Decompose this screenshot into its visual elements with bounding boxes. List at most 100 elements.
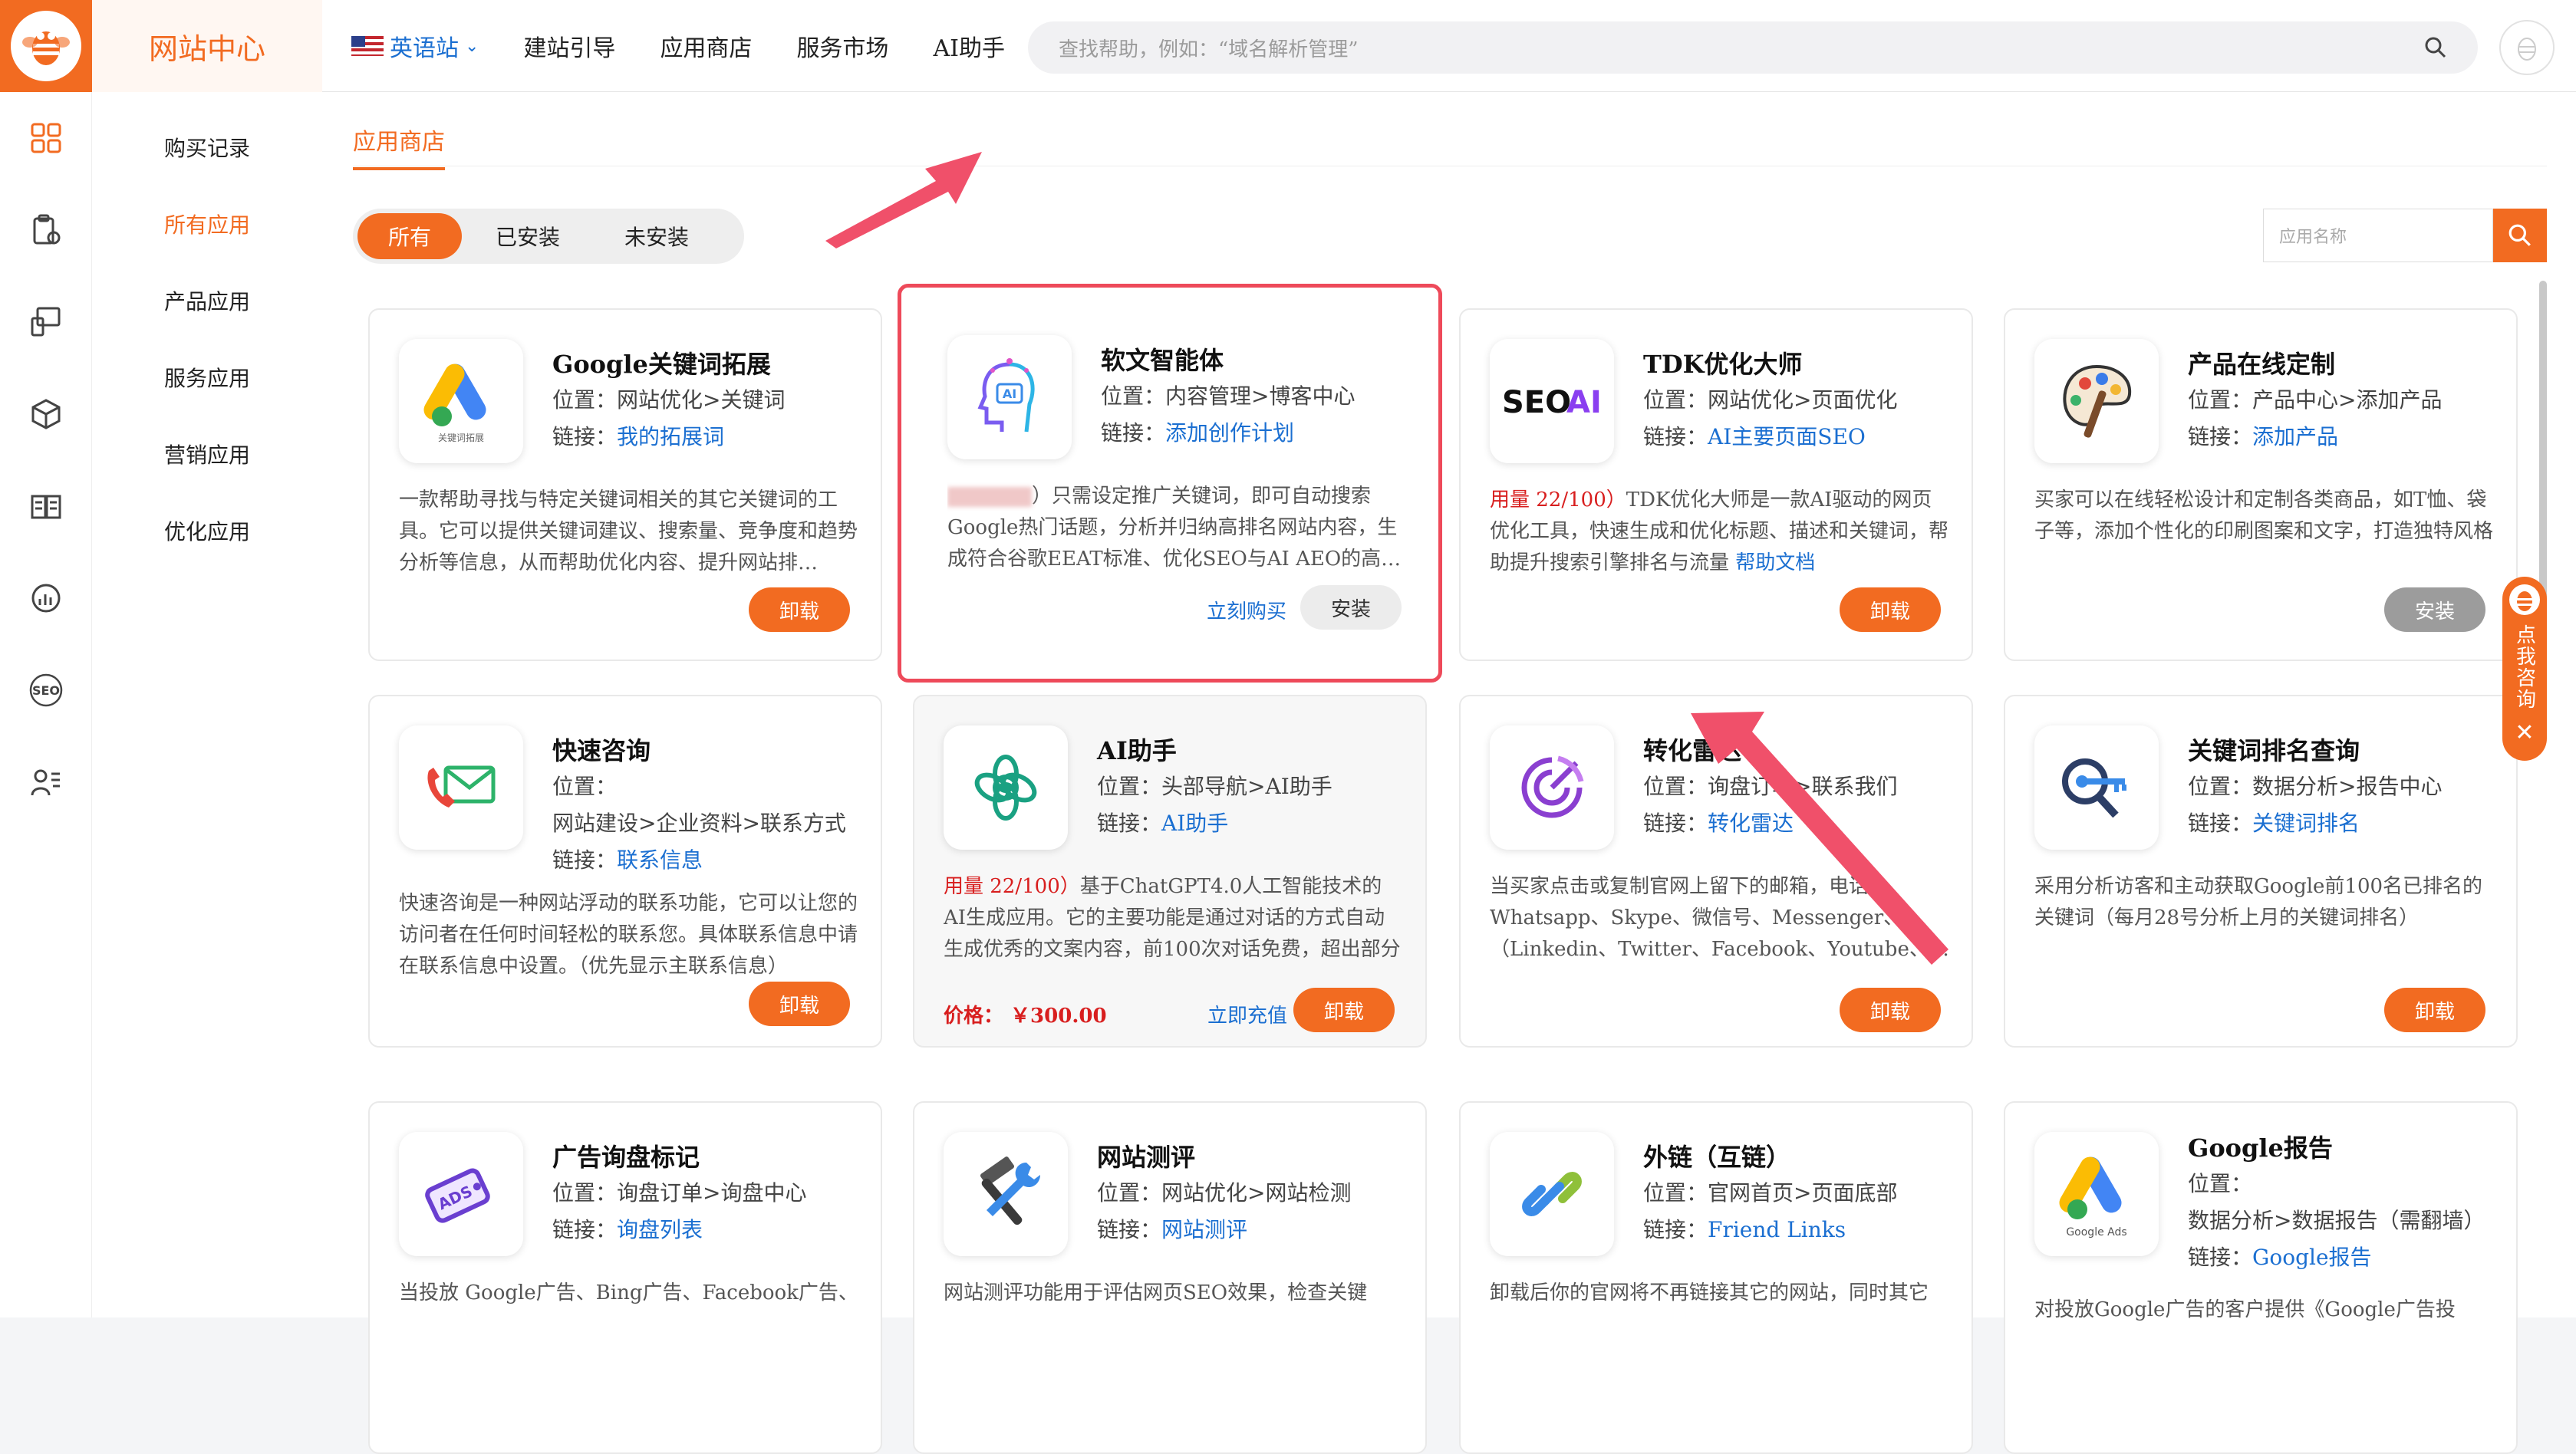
submenu-item-service-apps[interactable]: 服务应用 <box>92 362 322 393</box>
ads-tag-icon: ADS <box>399 1132 523 1256</box>
position-label: 位置： <box>1097 1180 1162 1206</box>
submenu-item-product-apps[interactable]: 产品应用 <box>92 285 322 316</box>
install-button[interactable]: 安装 <box>2384 587 2486 632</box>
uninstall-button[interactable]: 卸载 <box>2384 988 2486 1032</box>
breadcrumb[interactable]: 应用商店 <box>353 123 445 170</box>
app-card-ad-inquiry-tag[interactable]: ADS 广告询盘标记 位置：询盘订单>询盘中心 链接：询盘列表 当投放 Goog… <box>368 1101 882 1454</box>
app-position: 官网首页>页面底部 <box>1708 1180 1898 1206</box>
app-card-keyword-ranking[interactable]: 关键词排名查询 位置：数据分析>报告中心 链接：关键词排名 采用分析访客和主动获… <box>2004 695 2518 1048</box>
app-title: Google报告 <box>2188 1133 2333 1163</box>
buy-now-link[interactable]: 立刻购买 <box>1207 596 1286 624</box>
app-card-google-report[interactable]: Google Ads Google报告 位置： 数据分析>数据报告（需翻墙） 链… <box>2004 1101 2518 1454</box>
monitor-icon[interactable] <box>28 304 64 340</box>
bee-logo-icon <box>2509 584 2540 615</box>
link-label: 链接： <box>552 1217 618 1242</box>
app-search-button[interactable] <box>2493 209 2547 262</box>
consult-widget[interactable]: 点我咨询 ✕ <box>2502 577 2547 761</box>
app-link[interactable]: 联系信息 <box>617 847 703 873</box>
app-search-placeholder: 应用名称 <box>2279 228 2347 247</box>
app-name-search-input[interactable]: 应用名称 <box>2263 209 2493 262</box>
icon-caption: 关键词拓展 <box>438 433 484 443</box>
app-title: TDK优化大师 <box>1643 350 1803 379</box>
submenu-item-marketing-apps[interactable]: 营销应用 <box>92 439 322 469</box>
uninstall-button[interactable]: 卸载 <box>749 982 851 1026</box>
app-description: 当投放 Google广告、Bing广告、Facebook广告、 <box>399 1281 858 1304</box>
uninstall-button[interactable]: 卸载 <box>1293 988 1395 1032</box>
nav-item-service-market[interactable]: 服务市场 <box>796 29 888 63</box>
app-link[interactable]: AI主要页面SEO <box>1708 424 1866 449</box>
avatar[interactable] <box>2499 20 2555 75</box>
nav-item-app-store[interactable]: 应用商店 <box>660 29 752 63</box>
nav-item-site-guide[interactable]: 建站引导 <box>523 29 615 63</box>
help-search-input[interactable]: 查找帮助，例如：“域名解析管理” <box>1028 21 2478 74</box>
app-description: 买家可以在线轻松设计和定制各类商品，如T恤、袋子等，添加个性化的印刷图案和文字，… <box>2034 489 2494 543</box>
submenu-item-all-apps[interactable]: 所有应用 <box>92 209 322 239</box>
search-icon[interactable] <box>2424 36 2447 59</box>
link-label: 链接： <box>552 424 618 449</box>
submenu-item-purchase-records[interactable]: 购买记录 <box>92 132 322 163</box>
scrollbar[interactable] <box>2539 281 2547 603</box>
help-doc-link[interactable]: 帮助文档 <box>1735 551 1815 574</box>
app-card-product-customize[interactable]: 产品在线定制 位置：产品中心>添加产品 链接：添加产品 买家可以在线轻松设计和定… <box>2004 308 2518 661</box>
filter-all[interactable]: 所有 <box>357 213 463 259</box>
uninstall-button[interactable]: 卸载 <box>1840 587 1942 632</box>
app-description: 卸载后你的官网将不再链接其它的网站，同时其它 <box>1490 1281 1929 1304</box>
uninstall-button[interactable]: 卸载 <box>1840 988 1942 1032</box>
annotation-arrow-icon <box>1691 712 1948 965</box>
key-search-icon <box>2034 725 2159 850</box>
link-label: 链接： <box>552 847 618 873</box>
filter-installed[interactable]: 已安装 <box>465 213 591 259</box>
app-card-soft-article-agent[interactable]: AI 软文智能体 位置：内容管理>博客中心 链接：添加创作计划 ）只需设定推广关… <box>898 284 1442 683</box>
top-bar: 网站中心 英语站 ⌄ 建站引导 应用商店 服务市场 AI助手 查找帮助，例如：“… <box>0 0 2576 92</box>
price-label: 价格： ￥300.00 <box>944 1005 1107 1028</box>
mail-phone-icon <box>399 725 523 850</box>
position-label: 位置： <box>552 387 618 413</box>
app-card-ai-assistant[interactable]: AI助手 位置：头部导航>AI助手 链接：AI助手 用量 22/100）基于Ch… <box>913 695 1427 1048</box>
app-link[interactable]: 我的拓展词 <box>617 424 724 449</box>
filter-not-installed[interactable]: 未安装 <box>594 213 720 259</box>
app-position: 头部导航>AI助手 <box>1161 774 1332 799</box>
app-link[interactable]: Friend Links <box>1708 1217 1846 1242</box>
link-label: 链接： <box>2188 1245 2253 1270</box>
annotation-arrow-icon <box>825 152 982 248</box>
logo[interactable] <box>0 0 92 92</box>
svg-text:AI: AI <box>1566 385 1602 420</box>
link-label: 链接： <box>2188 811 2253 836</box>
app-card-tdk[interactable]: SEO AI TDK优化大师 位置：网站优化>页面优化 链接：AI主要页面SEO … <box>1459 308 1973 661</box>
close-icon[interactable]: ✕ <box>2515 719 2534 746</box>
box-icon[interactable] <box>28 396 64 433</box>
app-title: 产品在线定制 <box>2188 350 2336 379</box>
book-icon[interactable] <box>28 488 64 525</box>
position-label: 位置： <box>1643 1180 1708 1206</box>
dashboard-icon[interactable] <box>28 120 64 156</box>
link-label: 链接： <box>2188 424 2253 449</box>
chart-icon[interactable] <box>28 580 64 617</box>
app-link[interactable]: 添加创作计划 <box>1165 420 1294 446</box>
nav-item-ai-assistant[interactable]: AI助手 <box>933 29 1005 63</box>
install-button[interactable]: 安装 <box>1300 585 1402 630</box>
app-card-friend-links[interactable]: 外链（互链） 位置：官网首页>页面底部 链接：Friend Links 卸载后你… <box>1459 1101 1973 1454</box>
app-card-site-evaluation[interactable]: 网站测评 位置：网站优化>网站检测 链接：网站测评 网站测评功能用于评估网页SE… <box>913 1101 1427 1454</box>
seo-icon[interactable]: SEO <box>28 672 64 709</box>
app-link[interactable]: 网站测评 <box>1161 1217 1247 1242</box>
user-list-icon[interactable] <box>28 764 64 801</box>
language-selector[interactable]: 英语站 ⌄ <box>351 29 479 63</box>
app-link[interactable]: 添加产品 <box>2252 424 2338 449</box>
svg-text:SEO: SEO <box>1502 385 1571 420</box>
recharge-link[interactable]: 立即充值 <box>1207 1000 1287 1028</box>
submenu-item-optimization-apps[interactable]: 优化应用 <box>92 515 322 546</box>
openai-icon <box>944 725 1068 850</box>
app-position: 网站优化>页面优化 <box>1708 387 1898 413</box>
language-label: 英语站 <box>390 35 459 62</box>
us-flag-icon <box>351 36 384 56</box>
app-card-quick-consult[interactable]: 快速咨询 位置： 网站建设>企业资料>联系方式 链接：联系信息 快速咨询是一种网… <box>368 695 882 1048</box>
app-link[interactable]: AI助手 <box>1161 811 1228 836</box>
uninstall-button[interactable]: 卸载 <box>749 587 851 632</box>
app-card-google-keyword[interactable]: 关键词拓展 Google关键词拓展 位置：网站优化>关键词 链接：我的拓展词 一… <box>368 308 882 661</box>
app-link[interactable]: 关键词排名 <box>2252 811 2360 836</box>
app-position: 数据分析>报告中心 <box>2252 774 2443 799</box>
radar-icon <box>1490 725 1614 850</box>
clipboard-settings-icon[interactable] <box>28 212 64 248</box>
app-link[interactable]: 询盘列表 <box>617 1217 703 1242</box>
app-link[interactable]: Google报告 <box>2252 1245 2372 1270</box>
